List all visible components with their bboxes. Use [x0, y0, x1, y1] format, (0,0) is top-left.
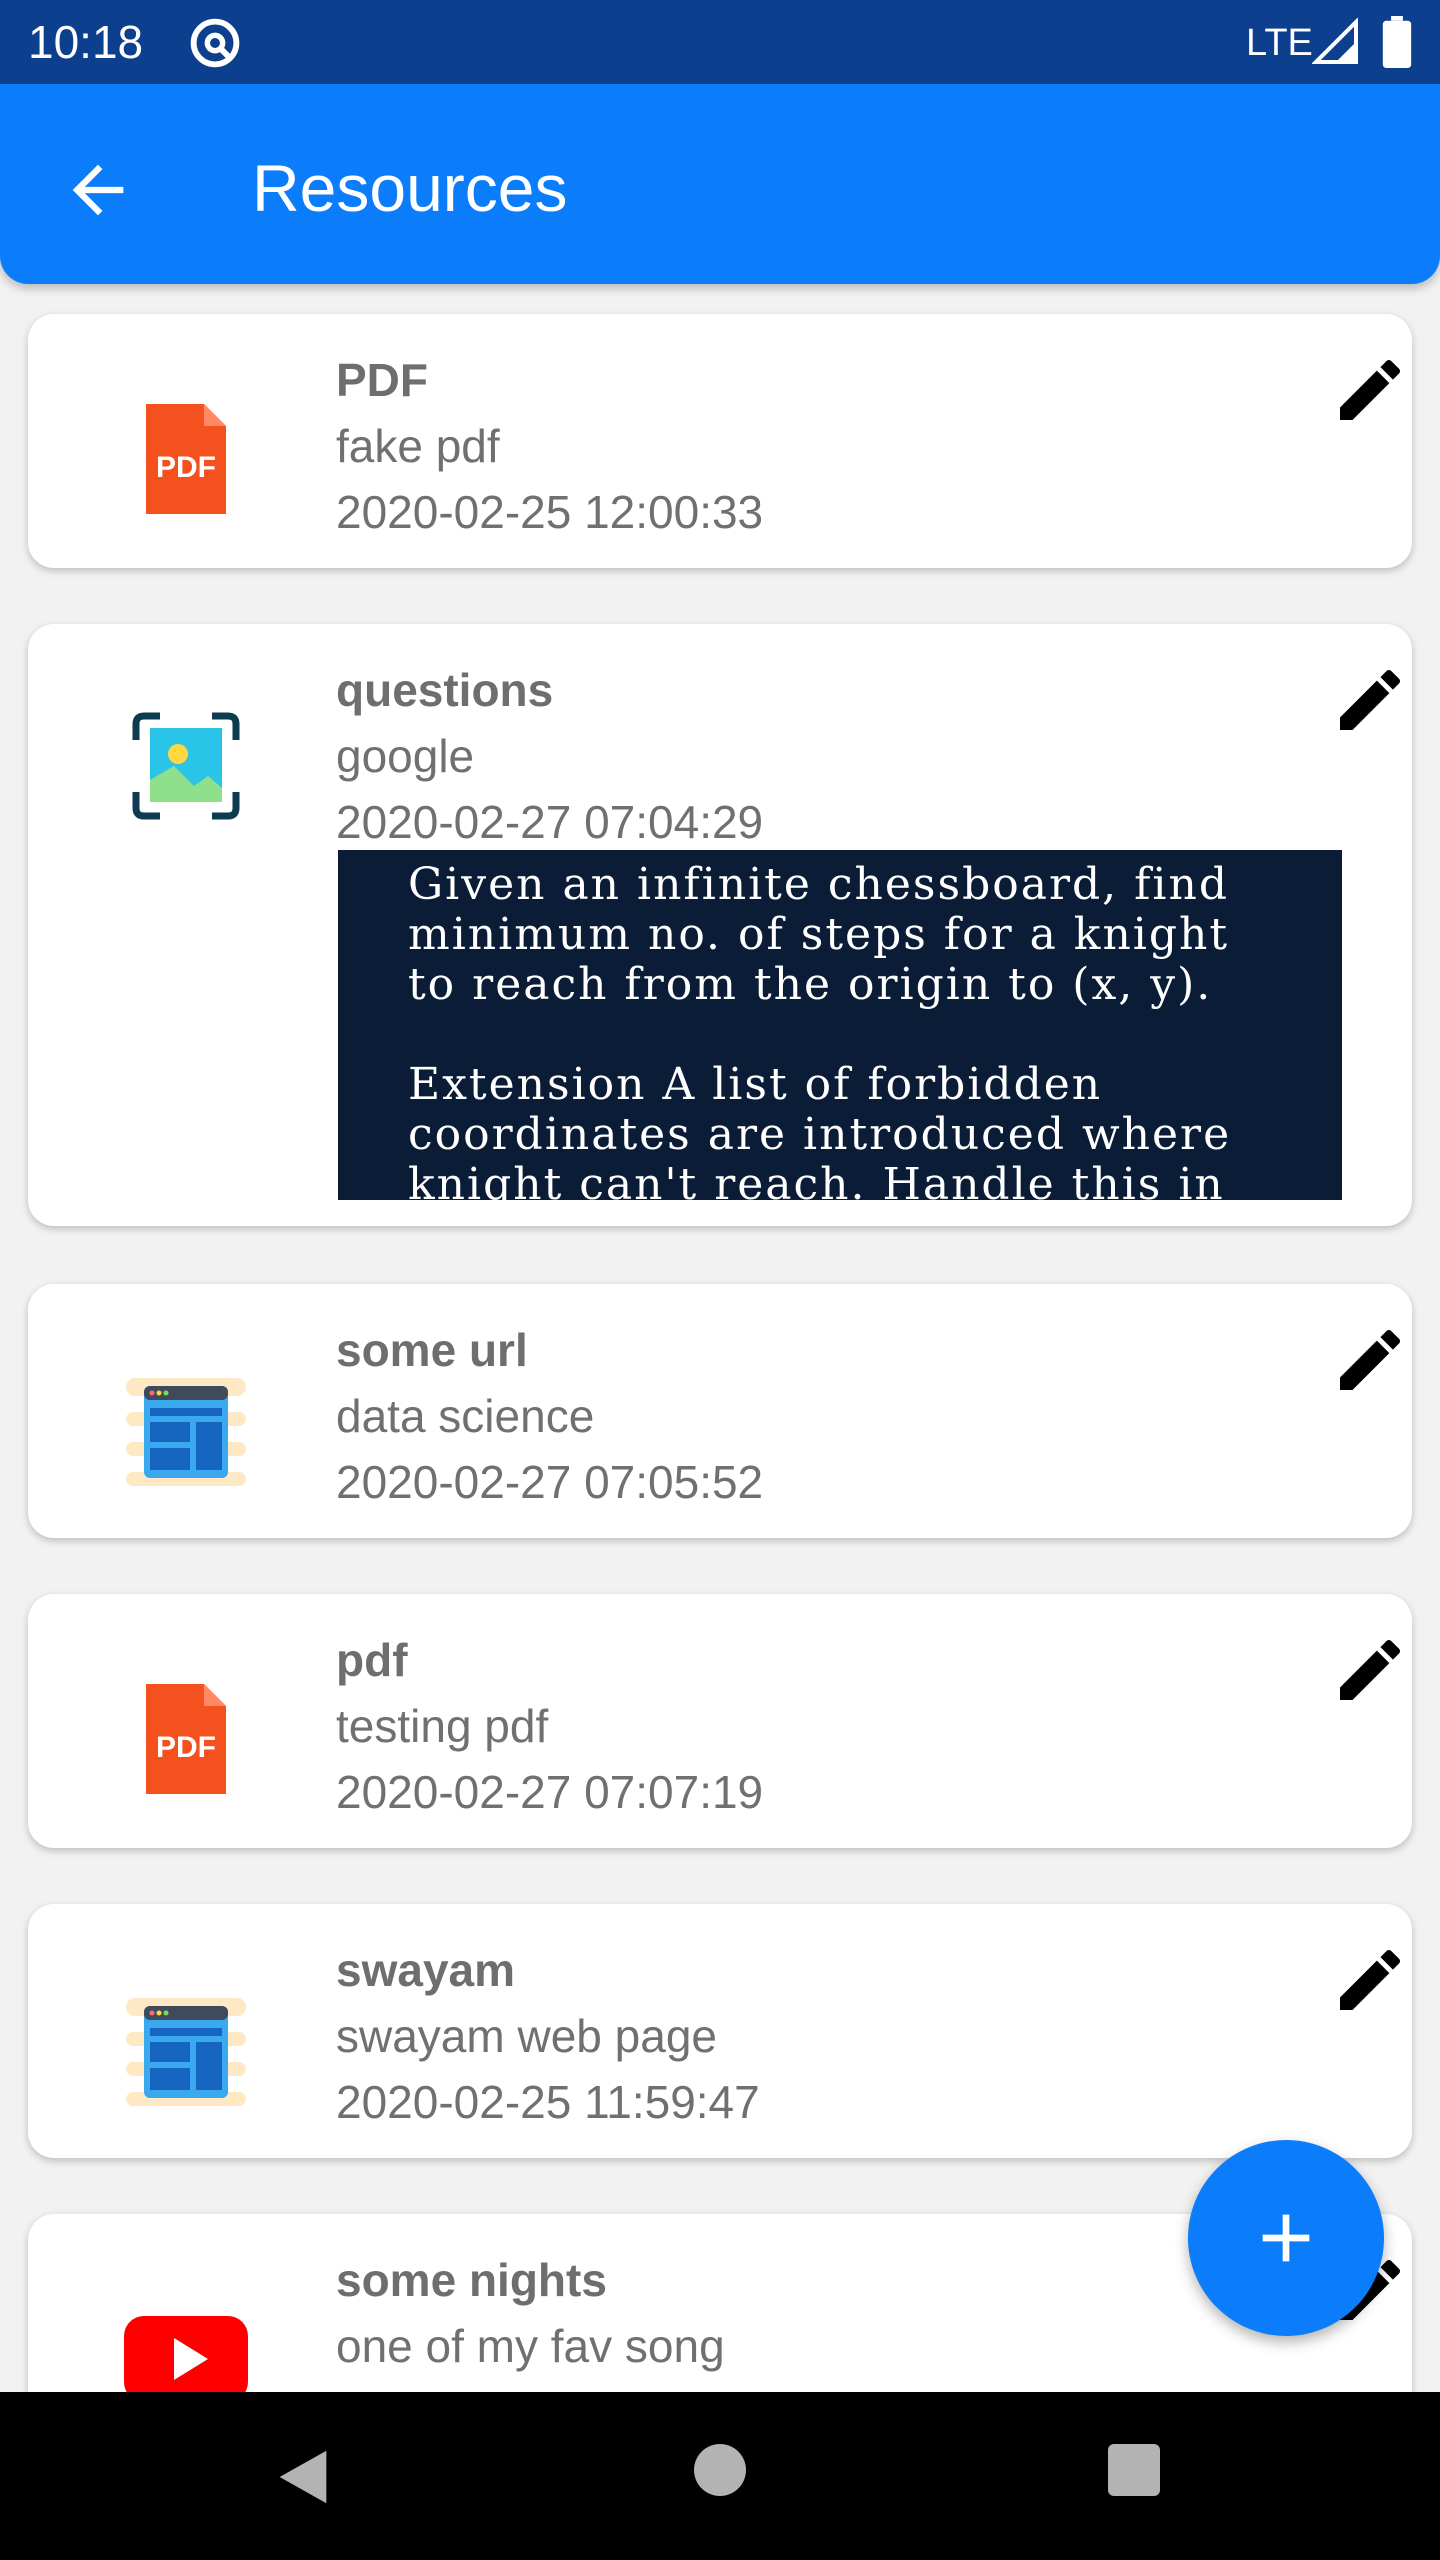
edit-icon[interactable] [1330, 350, 1410, 430]
resource-card[interactable]: some url data science 2020-02-27 07:05:5… [28, 1284, 1412, 1538]
nav-home-icon[interactable] [694, 2444, 746, 2496]
resource-name: some nights [336, 2254, 607, 2306]
resource-date: 2020-02-27 07:07:19 [336, 1766, 764, 1818]
status-time: 10:18 [28, 16, 144, 68]
resource-name: questions [336, 664, 554, 716]
status-bar: 10:18 LTE [0, 0, 1440, 84]
svg-text:PDF: PDF [156, 1731, 216, 1764]
add-resource-button[interactable] [1188, 2140, 1384, 2336]
resource-card[interactable]: swayam swayam web page 2020-02-25 11:59:… [28, 1904, 1412, 2158]
battery-icon [1382, 16, 1412, 68]
resource-name: PDF [336, 354, 428, 406]
network-type: LTE [1246, 22, 1313, 64]
plus-icon [1262, 2214, 1310, 2262]
resource-card[interactable]: PDF PDF fake pdf 2020-02-25 12:00:33 [28, 314, 1412, 568]
image-icon [132, 712, 240, 820]
resource-description: testing pdf [336, 1700, 549, 1752]
web-page-icon [126, 1998, 246, 2106]
resource-card[interactable]: PDF pdf testing pdf 2020-02-27 07:07:19 [28, 1594, 1412, 1848]
preview-text: Given an infinite chessboard, find minim… [408, 859, 1230, 1010]
resource-date: 2020-02-27 07:04:29 [336, 796, 764, 848]
resource-name: swayam [336, 1944, 516, 1996]
svg-text:PDF: PDF [156, 451, 216, 484]
edit-icon[interactable] [1330, 1630, 1410, 1710]
preview-text: Extension A list of forbidden coordinate… [408, 1059, 1232, 1201]
image-preview[interactable]: Given an infinite chessboard, find minim… [338, 850, 1342, 1200]
resource-card[interactable]: questions google 2020-02-27 07:04:29 Giv… [28, 624, 1412, 1226]
resource-date: 2020-02-25 12:00:33 [336, 486, 764, 538]
resource-date: 2020-02-27 07:05:52 [336, 1456, 764, 1508]
resource-description: one of my fav song [336, 2320, 725, 2372]
nav-recents-icon[interactable] [1108, 2444, 1160, 2496]
youtube-icon [124, 2316, 248, 2392]
resource-date: 2020-02-25 11:59:47 [336, 2076, 760, 2128]
signal-icon [1312, 18, 1358, 64]
edit-icon[interactable] [1330, 1940, 1410, 2020]
pdf-icon: PDF [146, 1684, 226, 1794]
nav-back-icon[interactable] [268, 2442, 338, 2512]
resource-name: pdf [336, 1634, 408, 1686]
resource-name: some url [336, 1324, 528, 1376]
resource-description: fake pdf [336, 420, 500, 472]
resource-description: swayam web page [336, 2010, 717, 2062]
resource-description: google [336, 730, 475, 782]
resource-description: data science [336, 1390, 595, 1442]
app-notification-icon [190, 18, 240, 68]
app-bar: Resources [0, 84, 1440, 284]
resource-date: 2020-02-27 07:09:58 [336, 2382, 763, 2392]
system-nav-bar [0, 2392, 1440, 2560]
page-title: Resources [252, 151, 568, 225]
edit-icon[interactable] [1330, 660, 1410, 740]
pdf-icon: PDF [146, 404, 226, 514]
edit-icon[interactable] [1330, 1320, 1410, 1400]
arrow-back-icon[interactable] [60, 152, 136, 228]
web-page-icon [126, 1378, 246, 1486]
resource-list[interactable]: PDF PDF fake pdf 2020-02-25 12:00:33 que… [0, 284, 1440, 2392]
